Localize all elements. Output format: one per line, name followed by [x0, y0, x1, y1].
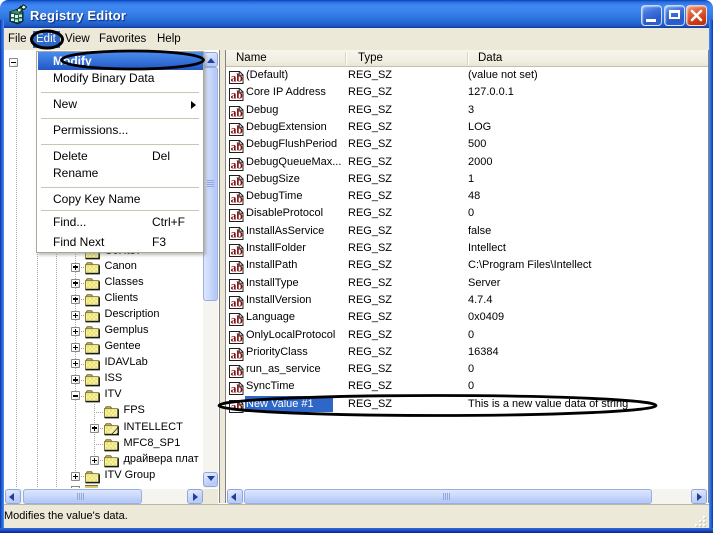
svg-text:ab: ab [231, 90, 243, 102]
svg-text:ab: ab [231, 194, 243, 206]
svg-text:ab: ab [231, 367, 243, 379]
svg-text:ab: ab [231, 211, 243, 223]
svg-text:ab: ab [231, 124, 243, 136]
svg-text:ab: ab [231, 246, 243, 258]
svg-text:ab: ab [231, 332, 243, 344]
svg-text:ab: ab [231, 73, 243, 85]
svg-text:ab: ab [231, 107, 243, 119]
svg-text:ab: ab [231, 401, 243, 413]
svg-text:ab: ab [231, 349, 243, 361]
svg-text:ab: ab [231, 228, 243, 240]
svg-text:ab: ab [231, 280, 243, 292]
svg-text:ab: ab [231, 263, 243, 275]
svg-text:ab: ab [231, 297, 243, 309]
svg-text:ab: ab [231, 384, 243, 396]
svg-text:ab: ab [231, 315, 243, 327]
svg-text:ab: ab [231, 159, 243, 171]
svg-text:ab: ab [231, 142, 243, 154]
svg-text:ab: ab [231, 176, 243, 188]
